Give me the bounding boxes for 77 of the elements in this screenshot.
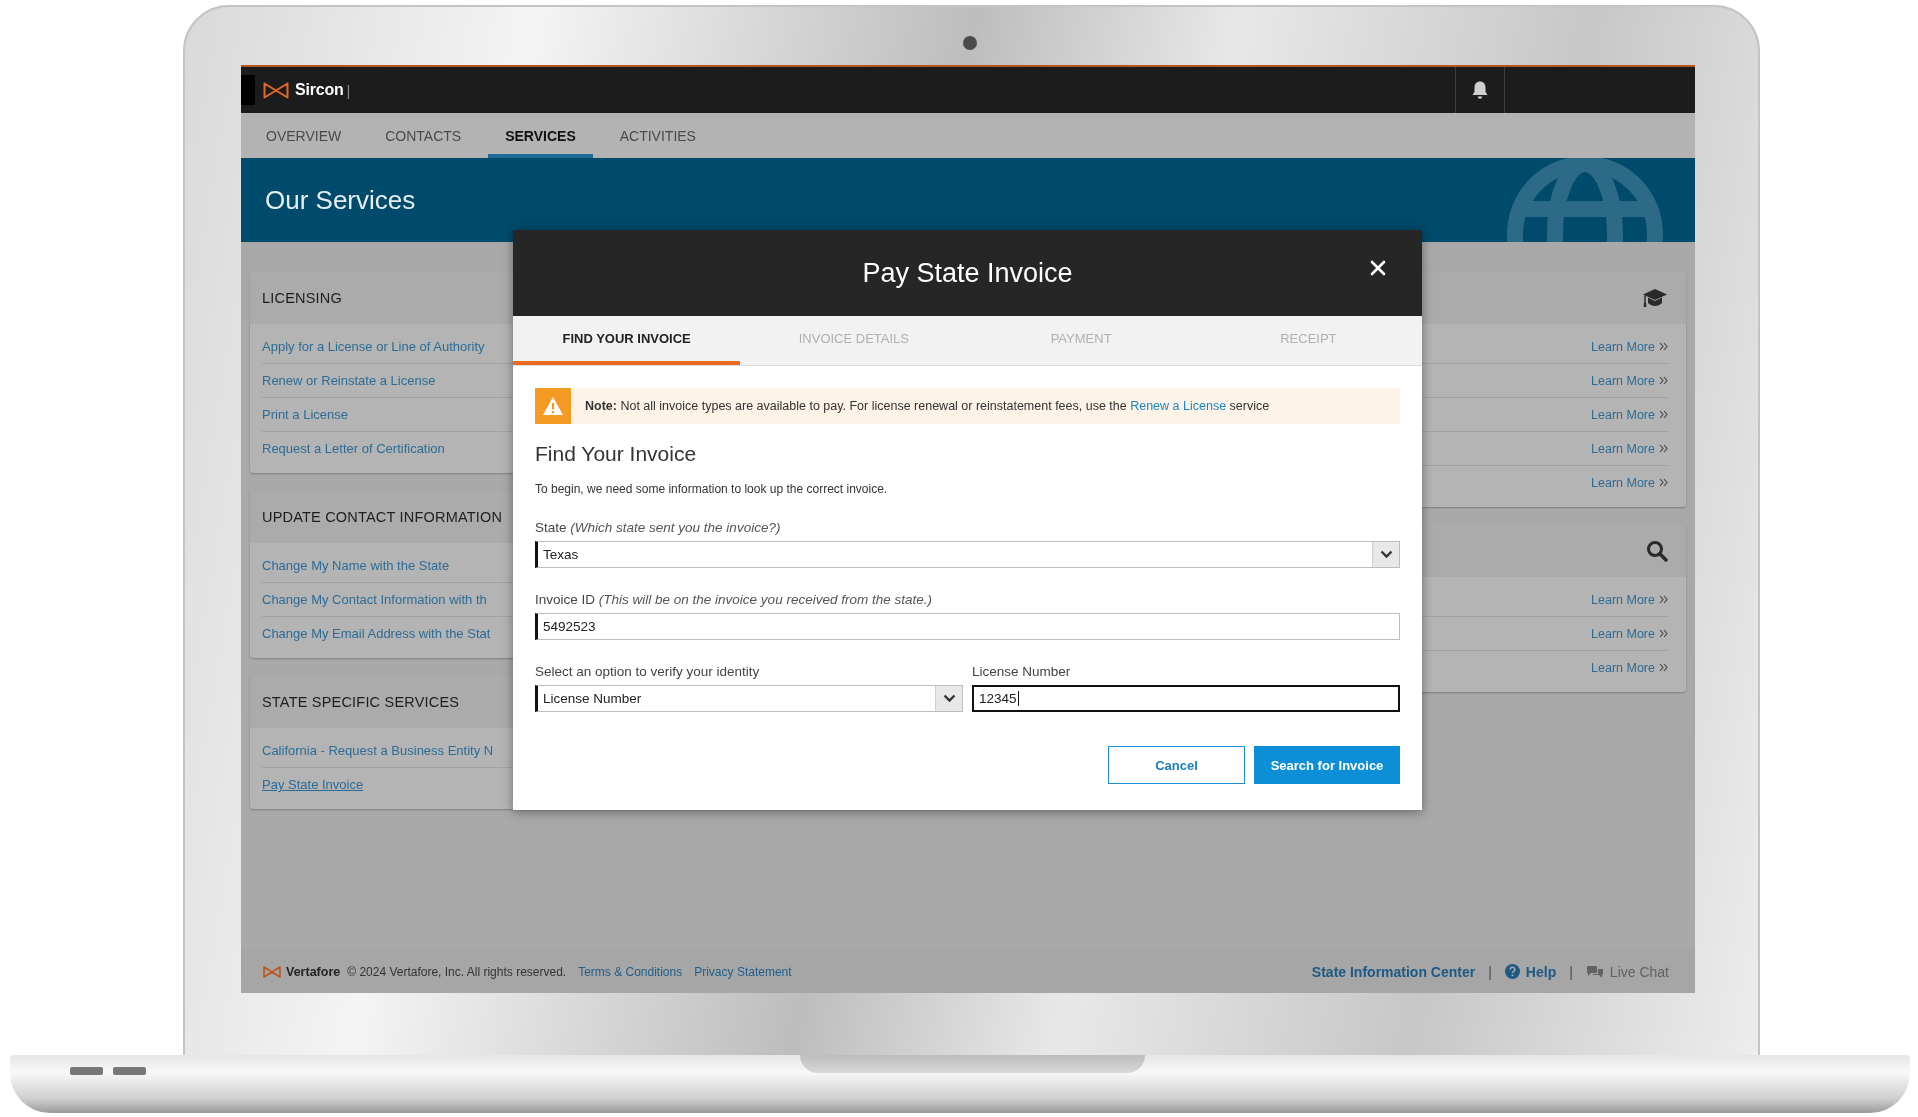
- port-slot: [70, 1067, 103, 1075]
- card-title: LICENSING: [262, 290, 342, 306]
- globe-icon: [1505, 158, 1665, 242]
- service-link[interactable]: Pay State Invoice: [262, 777, 364, 792]
- service-link[interactable]: Request a Letter of Certification: [262, 441, 445, 456]
- close-icon[interactable]: [1370, 260, 1386, 276]
- header-block: [241, 75, 255, 105]
- footer-link[interactable]: Privacy Statement: [694, 964, 792, 979]
- cancel-button[interactable]: Cancel: [1108, 746, 1245, 784]
- field-label: State (Which state sent you the invoice?): [535, 520, 782, 535]
- step-tab[interactable]: RECEIPT: [1194, 316, 1422, 365]
- license-number-field[interactable]: 12345: [972, 685, 1400, 712]
- graduation-cap-icon: [1642, 287, 1668, 309]
- help-link[interactable]: Help: [1504, 963, 1557, 980]
- service-link[interactable]: Print a License: [262, 407, 348, 422]
- learn-more-link[interactable]: Learn More: [1591, 373, 1655, 388]
- step-tab[interactable]: FIND YOUR INVOICE: [513, 316, 741, 365]
- step-tab[interactable]: PAYMENT: [967, 316, 1195, 365]
- renew-license-link[interactable]: Renew a License: [1130, 399, 1227, 413]
- port-slot: [113, 1067, 146, 1075]
- service-link[interactable]: Apply for a License or Line of Authority: [262, 339, 485, 354]
- chevron-down-icon: [1379, 550, 1393, 559]
- help-icon: [1504, 964, 1520, 979]
- footer-brand: Vertafore: [286, 964, 341, 979]
- search-button[interactable]: Search for Invoice: [1254, 746, 1400, 784]
- state-dropdown[interactable]: Texas: [535, 541, 1400, 568]
- service-link[interactable]: Change My Contact Information with th: [262, 592, 487, 607]
- nav-tab[interactable]: ACTIVITIES: [602, 113, 713, 158]
- learn-more-link[interactable]: Learn More: [1591, 339, 1655, 354]
- section-heading: Find Your Invoice: [535, 442, 698, 466]
- brand-name: Sircon: [295, 81, 344, 99]
- nav-tab[interactable]: OVERVIEW: [249, 113, 359, 158]
- double-chevron-icon: [1659, 629, 1668, 638]
- learn-more-link[interactable]: Learn More: [1591, 660, 1655, 675]
- card-title: STATE SPECIFIC SERVICES: [262, 694, 460, 710]
- verify-option-dropdown[interactable]: License Number: [535, 685, 963, 712]
- field-label: Select an option to verify your identity: [535, 664, 761, 679]
- brand-separator: |: [346, 81, 351, 99]
- banner-title: Our Services: [265, 184, 416, 216]
- card-title: UPDATE CONTACT INFORMATION: [262, 509, 503, 525]
- chevron-down-icon: [942, 694, 956, 703]
- service-link[interactable]: California - Request a Business Entity N: [262, 743, 494, 758]
- invoice-id-field[interactable]: 5492523: [535, 613, 1400, 640]
- footer-separator: |: [1488, 963, 1492, 980]
- footer-link[interactable]: Terms & Conditions: [578, 964, 683, 979]
- learn-more-link[interactable]: Learn More: [1591, 592, 1655, 607]
- learn-more-link[interactable]: Learn More: [1591, 626, 1655, 641]
- nav-tab[interactable]: CONTACTS: [368, 113, 479, 158]
- field-label: Invoice ID (This will be on the invoice you received from the state.): [535, 592, 933, 607]
- state-info-link[interactable]: State Information Center: [1311, 963, 1476, 980]
- webcam-dot: [963, 36, 977, 50]
- double-chevron-icon: [1659, 595, 1668, 604]
- service-link[interactable]: Change My Name with the State: [262, 558, 450, 573]
- chat-bubbles-icon: [1585, 964, 1604, 979]
- double-chevron-icon: [1659, 410, 1668, 419]
- double-chevron-icon: [1659, 342, 1668, 351]
- warning-icon: [542, 396, 564, 416]
- footer-separator: |: [1569, 963, 1573, 980]
- bowtie-logo-icon: [263, 81, 289, 99]
- bowtie-logo-icon: [263, 965, 281, 978]
- step-tab[interactable]: INVOICE DETAILS: [740, 316, 968, 365]
- double-chevron-icon: [1659, 444, 1668, 453]
- service-link[interactable]: Change My Email Address with the Stat: [262, 626, 491, 641]
- note-text: Note: Not all invoice types are available to pay. For license renewal or reinstatement fees, use the Renew a License service: [585, 399, 1270, 413]
- double-chevron-icon: [1659, 663, 1668, 672]
- double-chevron-icon: [1659, 376, 1668, 385]
- service-link[interactable]: Renew or Reinstate a License: [262, 373, 436, 388]
- field-label: License Number: [972, 664, 1072, 679]
- intro-text: To begin, we need some information to look up the correct invoice.: [535, 482, 889, 496]
- copyright-text: © 2024 Vertafore, Inc. All rights reserved.: [347, 964, 567, 979]
- learn-more-link[interactable]: Learn More: [1591, 441, 1655, 456]
- bell-icon[interactable]: [1471, 80, 1489, 100]
- modal-title: Pay State Invoice: [862, 257, 1073, 289]
- learn-more-link[interactable]: Learn More: [1591, 407, 1655, 422]
- learn-more-link[interactable]: Learn More: [1591, 475, 1655, 490]
- double-chevron-icon: [1659, 478, 1668, 487]
- search-icon[interactable]: [1646, 540, 1668, 562]
